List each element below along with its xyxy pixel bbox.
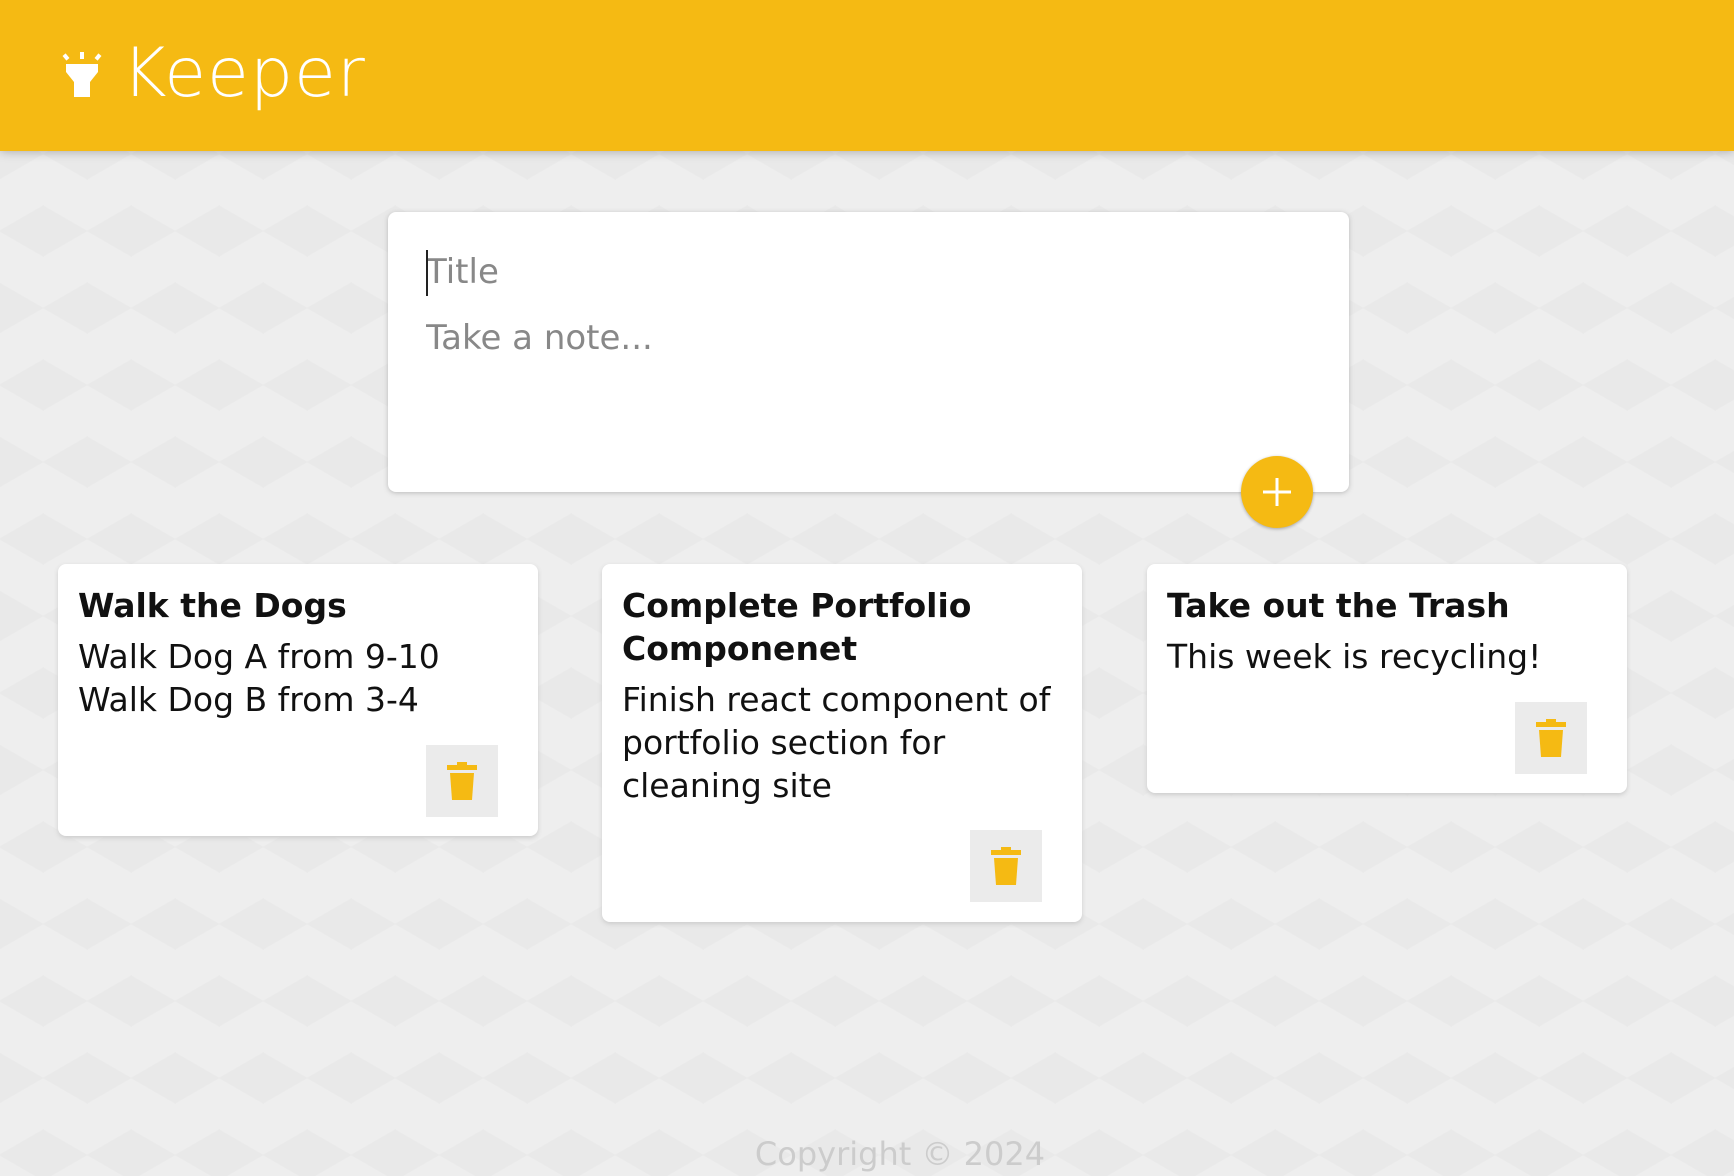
text-cursor bbox=[426, 250, 428, 296]
note-title: Complete Portfolio Componenet bbox=[622, 586, 972, 668]
trash-icon bbox=[1515, 719, 1587, 757]
note-card: Walk the Dogs Walk Dog A from 9-10 Walk … bbox=[58, 564, 538, 836]
note-content: Finish react component of portfolio sect… bbox=[622, 680, 1051, 805]
app-title: Keeper bbox=[122, 34, 366, 113]
note-content: Walk Dog A from 9-10 Walk Dog B from 3-4 bbox=[78, 637, 440, 719]
note-title: Take out the Trash bbox=[1167, 586, 1510, 625]
footer-copyright: Copyright © 2024 bbox=[754, 1135, 1046, 1173]
delete-note-button[interactable] bbox=[1515, 702, 1587, 774]
trash-icon bbox=[970, 847, 1042, 885]
highlight-icon bbox=[60, 52, 104, 98]
app-header: Keeper bbox=[0, 0, 1734, 151]
note-content: This week is recycling! bbox=[1167, 637, 1542, 676]
note-card: Complete Portfolio Componenet Finish rea… bbox=[602, 564, 1082, 922]
create-note-form bbox=[388, 212, 1349, 492]
add-note-button[interactable] bbox=[1241, 456, 1313, 528]
note-card: Take out the Trash This week is recyclin… bbox=[1147, 564, 1627, 793]
note-title: Walk the Dogs bbox=[78, 586, 347, 625]
note-title-input[interactable] bbox=[426, 248, 1306, 296]
trash-icon bbox=[426, 762, 498, 800]
delete-note-button[interactable] bbox=[970, 830, 1042, 902]
plus-icon bbox=[1241, 475, 1313, 509]
note-content-input[interactable] bbox=[426, 316, 1306, 456]
delete-note-button[interactable] bbox=[426, 745, 498, 817]
